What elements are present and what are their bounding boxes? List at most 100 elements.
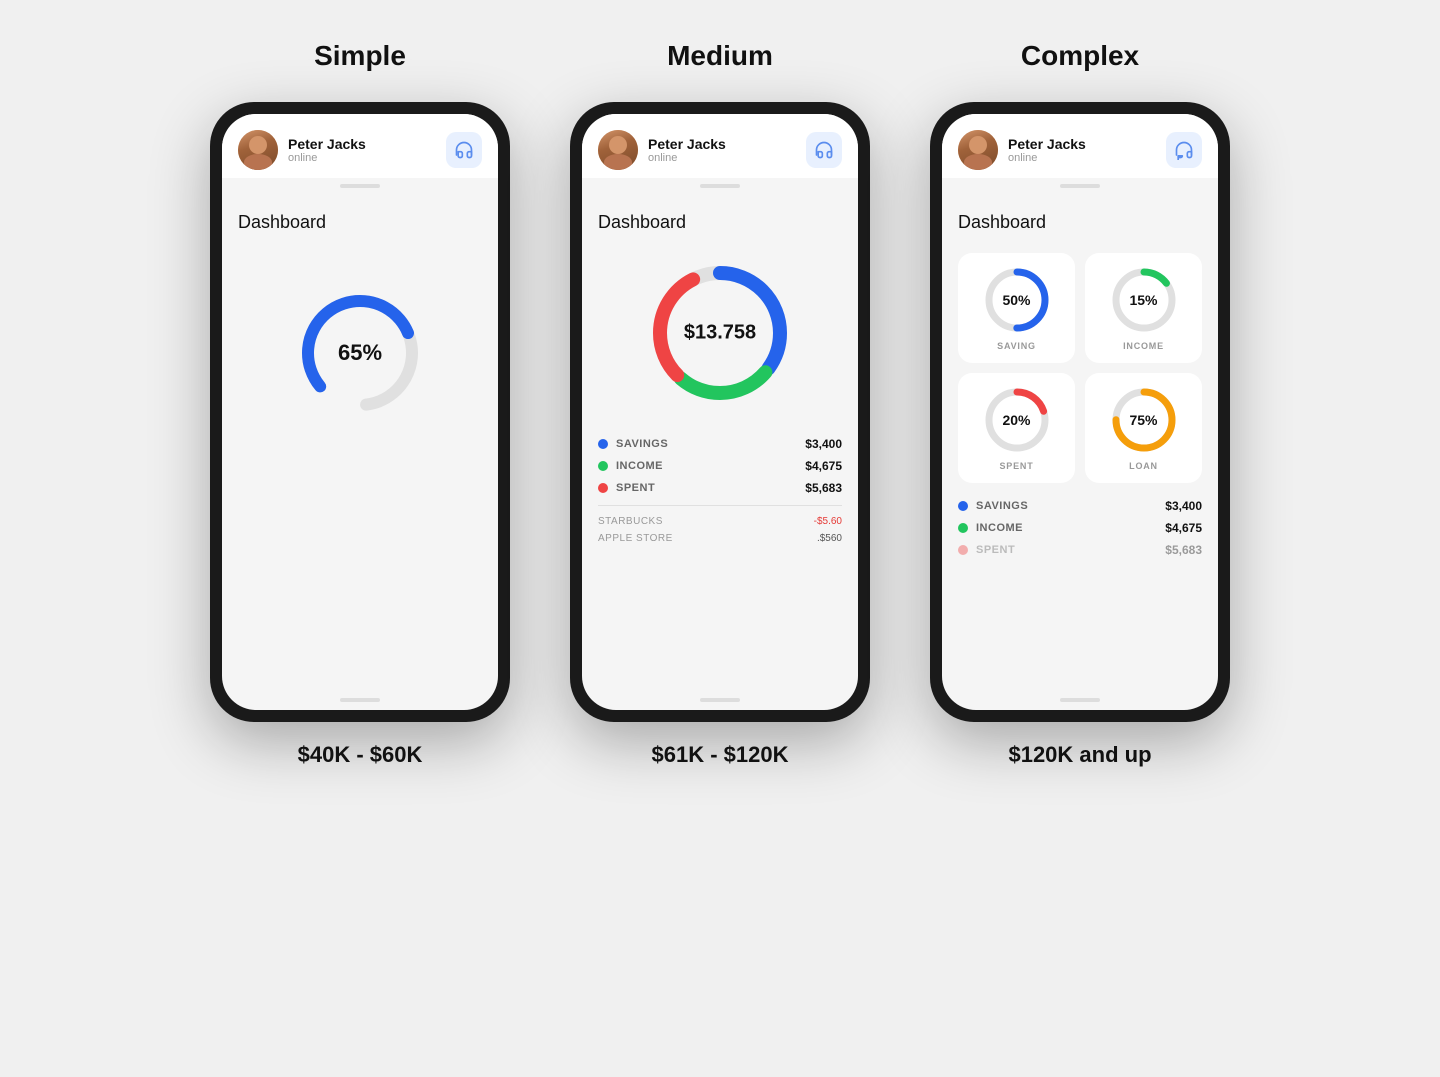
simple-user-info: Peter Jacks online: [288, 136, 366, 164]
complex-price: $120K and up: [1008, 742, 1151, 768]
medium-dashboard-label: Dashboard: [598, 212, 842, 233]
savings-dot: [598, 439, 608, 449]
medium-avatar: [598, 130, 638, 170]
spent-donut-wrapper: 20%: [982, 385, 1052, 455]
saving-percent: 50%: [1002, 292, 1030, 308]
spent-amount: $5,683: [805, 481, 842, 495]
phones-row: Simple Peter Jacks: [20, 40, 1420, 768]
simple-column: Simple Peter Jacks: [210, 40, 510, 768]
complex-income-dot: [958, 523, 968, 533]
simple-phone-content: Dashboard 65%: [222, 196, 498, 690]
income-card: 15% INCOME: [1085, 253, 1202, 363]
complex-spent-amount: $5,683: [1165, 543, 1202, 557]
complex-legend-income: INCOME $4,675: [958, 521, 1202, 535]
complex-headphone-icon[interactable]: [1166, 132, 1202, 168]
complex-dashboard-label: Dashboard: [958, 212, 1202, 233]
simple-avatar-img: [238, 130, 278, 170]
complex-header-left: Peter Jacks online: [958, 130, 1086, 170]
complex-title: Complex: [1021, 40, 1139, 72]
complex-phone-content: Dashboard 50%: [942, 196, 1218, 690]
loan-label: LOAN: [1129, 461, 1158, 471]
complex-income-label: INCOME: [976, 522, 1023, 534]
medium-avatar-img: [598, 130, 638, 170]
spent-percent: 20%: [1002, 412, 1030, 428]
simple-avatar: [238, 130, 278, 170]
medium-phone-screen: Peter Jacks online Da: [582, 114, 858, 710]
medium-divider: [598, 505, 842, 506]
income-dot: [598, 461, 608, 471]
medium-user-status: online: [648, 152, 726, 164]
complex-column: Complex Peter Jacks: [930, 40, 1230, 768]
complex-user-info: Peter Jacks online: [1008, 136, 1086, 164]
simple-user-status: online: [288, 152, 366, 164]
savings-amount: $3,400: [805, 437, 842, 451]
spent-dot: [598, 483, 608, 493]
simple-dashboard-label: Dashboard: [238, 212, 482, 233]
spent-card: 20% SPENT: [958, 373, 1075, 483]
starbucks-value: -$5.60: [814, 516, 842, 527]
spent-label: SPENT: [616, 482, 655, 494]
income-label: INCOME: [1123, 341, 1164, 351]
legend-spent: SPENT $5,683: [598, 481, 842, 495]
simple-phone-header: Peter Jacks online: [222, 114, 498, 178]
medium-column: Medium Peter Jacks: [570, 40, 870, 768]
complex-avatar: [958, 130, 998, 170]
simple-donut-container: 65%: [238, 253, 482, 453]
complex-bottom-scroll: [1060, 698, 1100, 702]
complex-legend-savings: SAVINGS $3,400: [958, 499, 1202, 513]
medium-phone-content: Dashboard: [582, 196, 858, 690]
complex-user-status: online: [1008, 152, 1086, 164]
saving-card: 50% SAVING: [958, 253, 1075, 363]
simple-phone-screen: Peter Jacks online Da: [222, 114, 498, 710]
complex-scroll-indicator: [1060, 184, 1100, 188]
medium-price: $61K - $120K: [652, 742, 789, 768]
starbucks-transaction: STARBUCKS -$5.60: [598, 516, 842, 527]
complex-spent-label: SPENT: [976, 544, 1015, 556]
apple-transaction: APPLE STORE .$560: [598, 533, 842, 544]
medium-user-info: Peter Jacks online: [648, 136, 726, 164]
complex-phone-header: Peter Jacks online: [942, 114, 1218, 178]
complex-income-amount: $4,675: [1165, 521, 1202, 535]
medium-donut-value: $13.758: [684, 322, 756, 345]
simple-bottom-scroll: [340, 698, 380, 702]
complex-user-name: Peter Jacks: [1008, 136, 1086, 152]
income-amount: $4,675: [805, 459, 842, 473]
medium-donut-wrapper: $13.758: [640, 253, 800, 413]
complex-savings-amount: $3,400: [1165, 499, 1202, 513]
complex-savings-dot: [958, 501, 968, 511]
income-donut-wrapper: 15%: [1109, 265, 1179, 335]
complex-phone-frame: Peter Jacks online Da: [930, 102, 1230, 722]
medium-title: Medium: [667, 40, 773, 72]
medium-header-left: Peter Jacks online: [598, 130, 726, 170]
complex-phone-screen: Peter Jacks online Da: [942, 114, 1218, 710]
simple-donut-wrapper: 65%: [290, 283, 430, 423]
loan-donut-wrapper: 75%: [1109, 385, 1179, 455]
complex-legend-spent: SPENT $5,683: [958, 543, 1202, 557]
page-container: Simple Peter Jacks: [20, 40, 1420, 768]
spent-label: SPENT: [999, 461, 1033, 471]
savings-label: SAVINGS: [616, 438, 668, 450]
loan-card: 75% LOAN: [1085, 373, 1202, 483]
medium-scroll-indicator: [700, 184, 740, 188]
medium-headphone-icon[interactable]: [806, 132, 842, 168]
apple-value: .$560: [817, 533, 842, 544]
simple-phone-frame: Peter Jacks online Da: [210, 102, 510, 722]
simple-header-left: Peter Jacks online: [238, 130, 366, 170]
simple-headphone-icon[interactable]: [446, 132, 482, 168]
simple-price: $40K - $60K: [298, 742, 423, 768]
income-label: INCOME: [616, 460, 663, 472]
apple-label: APPLE STORE: [598, 533, 673, 544]
complex-spent-dot: [958, 545, 968, 555]
saving-donut-wrapper: 50%: [982, 265, 1052, 335]
simple-title: Simple: [314, 40, 406, 72]
medium-bottom-scroll: [700, 698, 740, 702]
simple-user-name: Peter Jacks: [288, 136, 366, 152]
complex-grid: 50% SAVING: [958, 253, 1202, 483]
loan-percent: 75%: [1129, 412, 1157, 428]
saving-label: SAVING: [997, 341, 1036, 351]
legend-savings: SAVINGS $3,400: [598, 437, 842, 451]
income-percent: 15%: [1129, 292, 1157, 308]
medium-phone-header: Peter Jacks online: [582, 114, 858, 178]
simple-donut-percent: 65%: [338, 340, 382, 366]
complex-savings-label: SAVINGS: [976, 500, 1028, 512]
